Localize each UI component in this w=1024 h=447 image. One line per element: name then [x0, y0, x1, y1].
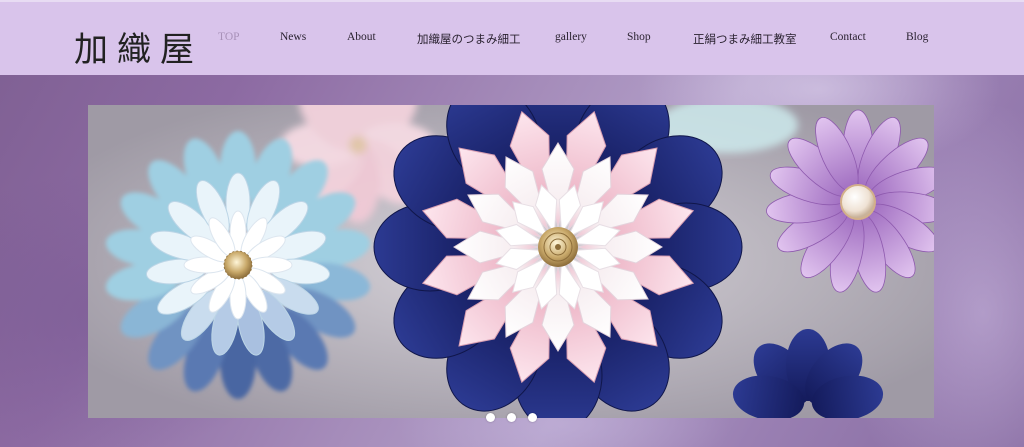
- nav-item-tsumami[interactable]: 加織屋のつまみ細工: [417, 31, 521, 47]
- hero-slider[interactable]: [88, 105, 934, 418]
- nav-item-news[interactable]: News: [280, 31, 306, 43]
- slider-dot-2[interactable]: [507, 413, 516, 422]
- slider-dot-1[interactable]: [486, 413, 495, 422]
- slider-pagination: [486, 413, 546, 423]
- main-nav: TOP News About 加織屋のつまみ細工 gallery Shop 正絹…: [0, 31, 1024, 49]
- slider-dot-3[interactable]: [528, 413, 537, 422]
- nav-item-class[interactable]: 正絹つまみ細工教室: [693, 31, 797, 47]
- nav-item-blog[interactable]: Blog: [906, 31, 928, 43]
- nav-item-about[interactable]: About: [347, 31, 376, 43]
- nav-item-contact[interactable]: Contact: [830, 31, 866, 43]
- site-header: 加織屋 TOP News About 加織屋のつまみ細工 gallery Sho…: [0, 0, 1024, 75]
- tsumami-flowers-image: [88, 105, 934, 418]
- nav-item-top[interactable]: TOP: [218, 31, 240, 43]
- nav-item-shop[interactable]: Shop: [627, 31, 651, 43]
- nav-item-gallery[interactable]: gallery: [555, 31, 587, 43]
